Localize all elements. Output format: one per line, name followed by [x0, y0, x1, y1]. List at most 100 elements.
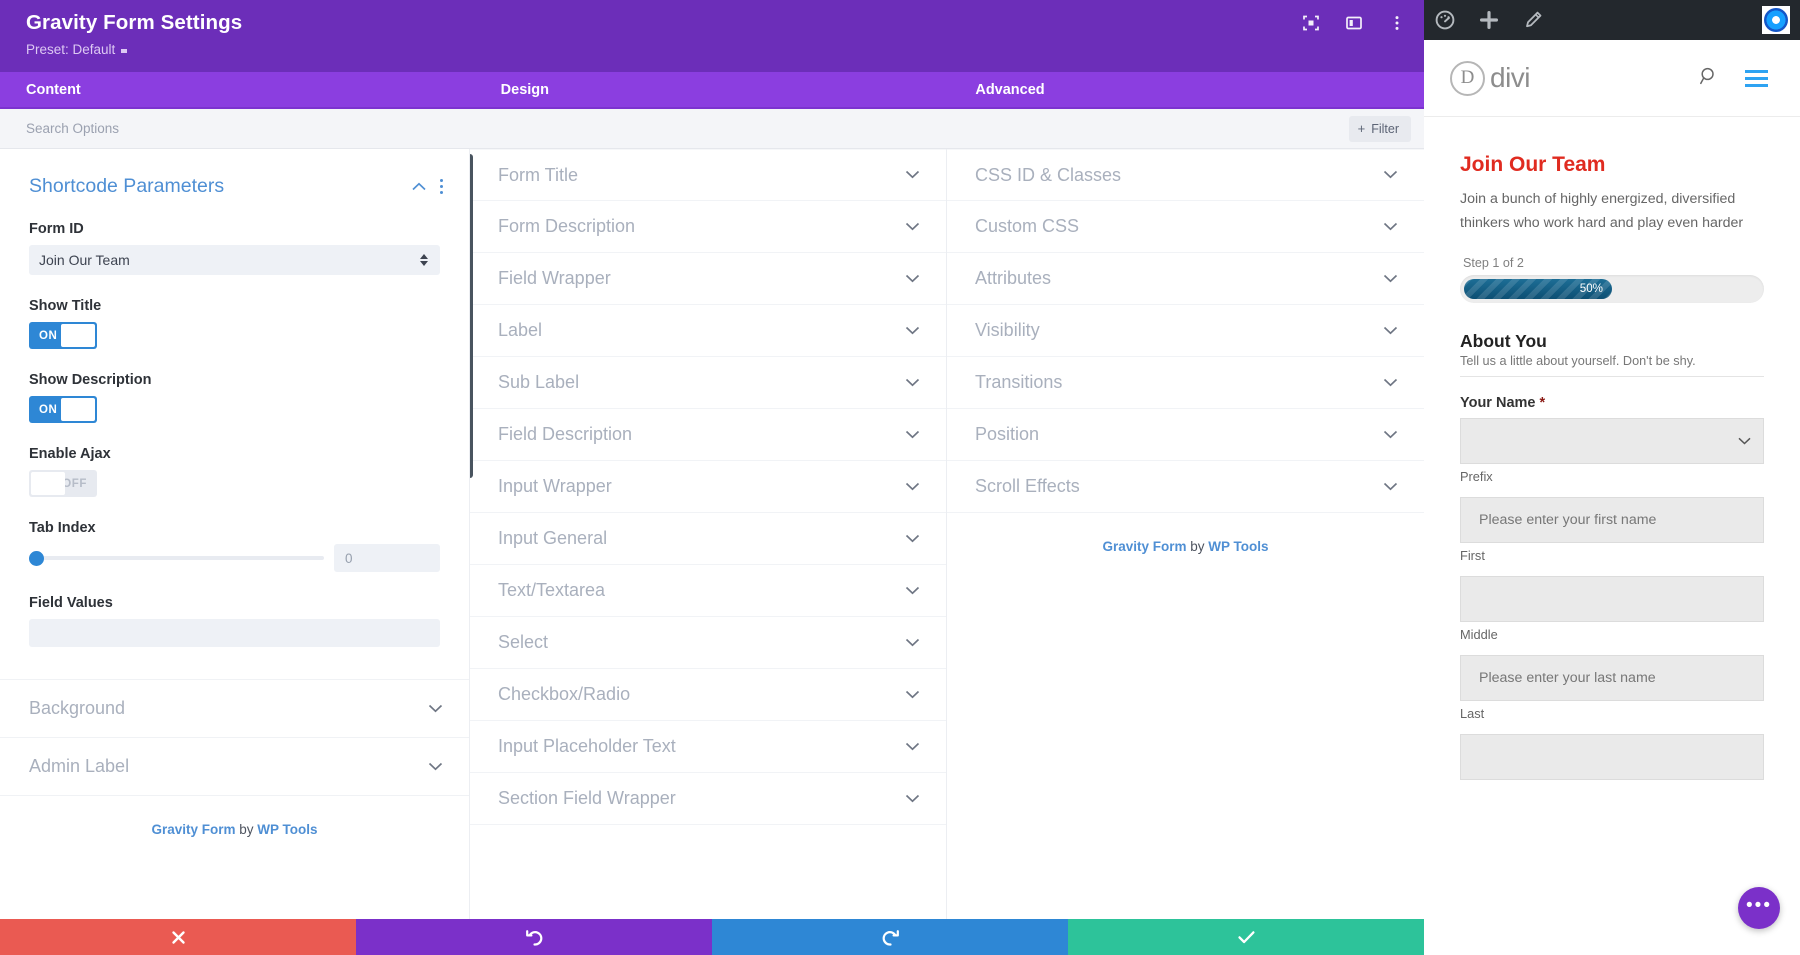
first-name-input[interactable]: Please enter your first name: [1460, 497, 1764, 543]
show-description-toggle[interactable]: ON: [29, 396, 97, 423]
option-attributes[interactable]: Attributes: [947, 253, 1424, 305]
enable-ajax-toggle[interactable]: OFF: [29, 470, 97, 497]
redo-button[interactable]: [712, 919, 1068, 955]
preset-selector[interactable]: Preset: Default: [26, 42, 1424, 57]
last-name-placeholder: Please enter your last name: [1475, 670, 1656, 686]
shortcode-parameters-header: Shortcode Parameters: [0, 149, 469, 198]
option-checkbox-radio[interactable]: Checkbox/Radio: [470, 669, 946, 721]
tab-index-slider[interactable]: [29, 556, 324, 560]
form-section-title: About You: [1460, 331, 1764, 352]
form-section-subtitle: Tell us a little about yourself. Don't b…: [1460, 354, 1764, 377]
option-input-general[interactable]: Input General: [470, 513, 946, 565]
option-field-wrapper[interactable]: Field Wrapper: [470, 253, 946, 305]
tab-content[interactable]: Content: [0, 72, 475, 107]
accordion-admin-label[interactable]: Admin Label: [0, 737, 469, 795]
tab-index-number[interactable]: 0: [334, 544, 440, 572]
more-options-icon[interactable]: [1386, 12, 1408, 34]
form-id-select[interactable]: Join Our Team: [29, 245, 440, 275]
option-input-wrapper[interactable]: Input Wrapper: [470, 461, 946, 513]
credit-brand-link[interactable]: Gravity Form: [1102, 539, 1186, 554]
filter-button-label: Filter: [1371, 122, 1399, 136]
show-title-label: Show Title: [29, 298, 440, 314]
accordion-label: Background: [29, 698, 428, 719]
slider-thumb[interactable]: [29, 551, 44, 566]
option-transitions[interactable]: Transitions: [947, 357, 1424, 409]
prefix-select[interactable]: [1460, 418, 1764, 464]
section-title: Shortcode Parameters: [29, 175, 412, 198]
design-column-scrollbar[interactable]: [470, 154, 473, 478]
plus-icon: +: [1358, 122, 1366, 135]
middle-name-input[interactable]: [1460, 576, 1764, 622]
option-css-id-classes[interactable]: CSS ID & Classes: [947, 149, 1424, 201]
accordion-background[interactable]: Background: [0, 679, 469, 737]
show-title-toggle[interactable]: ON: [29, 322, 97, 349]
last-name-input[interactable]: Please enter your last name: [1460, 655, 1764, 701]
credit-by: by: [239, 822, 253, 837]
search-input[interactable]: [26, 121, 1349, 136]
filter-button[interactable]: + Filter: [1349, 116, 1411, 142]
option-label: Field Description: [498, 424, 905, 445]
search-icon[interactable]: [1699, 66, 1719, 91]
edit-page-icon[interactable]: [1522, 9, 1544, 31]
advanced-column: CSS ID & Classes Custom CSS Attributes V…: [947, 149, 1424, 919]
chat-bubble-button[interactable]: •••: [1738, 887, 1780, 929]
chevron-up-icon[interactable]: [412, 178, 426, 196]
option-select[interactable]: Select: [470, 617, 946, 669]
option-form-title[interactable]: Form Title: [470, 149, 946, 201]
option-input-placeholder-text[interactable]: Input Placeholder Text: [470, 721, 946, 773]
credit-brand-link[interactable]: Gravity Form: [151, 822, 235, 837]
new-content-icon[interactable]: [1478, 9, 1500, 31]
preset-label: Preset: Default: [26, 42, 115, 57]
option-form-description[interactable]: Form Description: [470, 201, 946, 253]
form-progress: Step 1 of 2 50%: [1460, 256, 1764, 303]
chevron-down-icon: [905, 478, 920, 496]
option-label: Label: [498, 320, 905, 341]
tab-design[interactable]: Design: [475, 72, 950, 107]
tab-advanced[interactable]: Advanced: [949, 72, 1424, 107]
layout-panel-icon[interactable]: [1343, 12, 1365, 34]
fullscreen-icon[interactable]: [1300, 12, 1322, 34]
show-description-state: ON: [39, 404, 57, 416]
option-section-field-wrapper[interactable]: Section Field Wrapper: [470, 773, 946, 825]
progress-bar-fill: 50%: [1464, 279, 1612, 299]
option-label: Custom CSS: [975, 216, 1383, 237]
advanced-options-list: CSS ID & Classes Custom CSS Attributes V…: [947, 149, 1424, 513]
option-label: Section Field Wrapper: [498, 788, 905, 809]
option-field-description[interactable]: Field Description: [470, 409, 946, 461]
section-more-icon[interactable]: [440, 179, 443, 194]
progress-percent-label: 50%: [1580, 282, 1612, 295]
chevron-down-icon: [905, 322, 920, 340]
chevron-down-icon: [1383, 270, 1398, 288]
save-button[interactable]: [1068, 919, 1424, 955]
wp-dashboard-icon[interactable]: [1434, 9, 1456, 31]
option-visibility[interactable]: Visibility: [947, 305, 1424, 357]
show-description-label: Show Description: [29, 372, 440, 388]
chevron-down-icon: [905, 374, 920, 392]
hamburger-menu-icon[interactable]: [1745, 70, 1768, 87]
jetpack-icon[interactable]: [1762, 6, 1790, 34]
option-sub-label[interactable]: Sub Label: [470, 357, 946, 409]
option-text-textarea[interactable]: Text/Textarea: [470, 565, 946, 617]
option-label: Transitions: [975, 372, 1383, 393]
toggle-knob: [61, 398, 95, 421]
progress-bar-track: 50%: [1460, 275, 1764, 303]
undo-button[interactable]: [356, 919, 712, 955]
field-values-input[interactable]: [29, 619, 440, 647]
cancel-button[interactable]: [0, 919, 356, 955]
form-id-label: Form ID: [29, 221, 440, 237]
option-scroll-effects[interactable]: Scroll Effects: [947, 461, 1424, 513]
content-column: Shortcode Parameters Form ID Join Our Te…: [0, 149, 470, 919]
settings-columns: Shortcode Parameters Form ID Join Our Te…: [0, 149, 1424, 919]
suffix-input[interactable]: [1460, 734, 1764, 780]
chevron-down-icon: [905, 270, 920, 288]
divi-logo[interactable]: D divi: [1450, 61, 1673, 96]
option-position[interactable]: Position: [947, 409, 1424, 461]
option-custom-css[interactable]: Custom CSS: [947, 201, 1424, 253]
chevron-down-icon: [1383, 322, 1398, 340]
credit-author-link[interactable]: WP Tools: [257, 822, 317, 837]
option-label: Scroll Effects: [975, 476, 1383, 497]
chevron-down-icon: [905, 790, 920, 808]
option-label-styles[interactable]: Label: [470, 305, 946, 357]
site-preview: D divi Join Our Team Join a bunch of hig…: [1424, 0, 1800, 955]
credit-author-link[interactable]: WP Tools: [1208, 539, 1268, 554]
